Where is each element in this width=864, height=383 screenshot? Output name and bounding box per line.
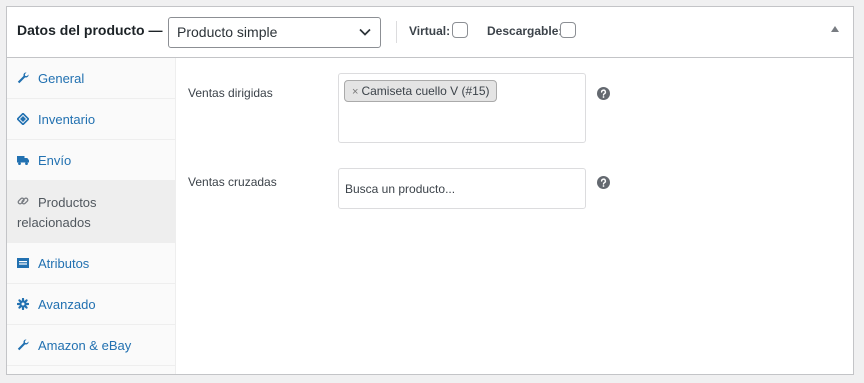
tab-attributes[interactable]: Atributos: [7, 243, 175, 284]
virtual-label: Virtual:: [409, 24, 451, 38]
panel-header: Datos del producto — Producto simple Vir…: [7, 7, 853, 58]
virtual-checkbox[interactable]: [452, 22, 468, 38]
tab-linked-products[interactable]: Productos relacionados: [7, 181, 175, 243]
upsells-label: Ventas dirigidas: [188, 86, 273, 100]
linked-products-content: Ventas dirigidas × Camiseta cuello V (#15…: [176, 58, 853, 374]
panel-title: Datos del producto —: [17, 22, 163, 38]
tab-label: Atributos: [38, 256, 90, 271]
tab-label: Avanzado: [38, 297, 96, 312]
tab-inventory[interactable]: Inventario: [7, 99, 175, 140]
header-divider: [396, 21, 397, 43]
gear-icon: [17, 298, 29, 310]
upsell-product-chip: × Camiseta cuello V (#15): [344, 80, 497, 102]
remove-chip-icon[interactable]: ×: [352, 86, 358, 98]
collapse-arrow-icon[interactable]: [831, 26, 839, 32]
tab-advanced[interactable]: Avanzado: [7, 284, 175, 325]
product-data-tabs: General Inventario Envío Productos relac…: [7, 58, 176, 374]
help-icon[interactable]: [597, 87, 610, 100]
chevron-down-icon: [359, 28, 371, 36]
tab-shipping[interactable]: Envío: [7, 140, 175, 181]
product-data-panel: Datos del producto — Producto simple Vir…: [6, 6, 854, 375]
tab-label: General: [38, 71, 85, 86]
product-type-value: Producto simple: [177, 24, 278, 40]
list-icon: [17, 258, 29, 268]
product-type-select[interactable]: Producto simple: [168, 17, 381, 48]
tab-label: Productos relacionados: [17, 195, 97, 230]
tab-label: Amazon & eBay: [38, 338, 132, 353]
truck-icon: [17, 156, 29, 165]
tab-general[interactable]: General: [7, 58, 175, 99]
tab-label: Envío: [38, 153, 72, 168]
crosssells-label: Ventas cruzadas: [188, 175, 277, 189]
tag-icon: [17, 113, 29, 125]
downloadable-checkbox[interactable]: [560, 22, 576, 38]
tab-amazon-ebay[interactable]: Amazon & eBay: [7, 325, 175, 366]
crosssells-search-input[interactable]: [338, 168, 586, 209]
downloadable-label: Descargable:: [487, 24, 563, 38]
wrench-icon: [17, 72, 29, 84]
help-icon[interactable]: [597, 176, 610, 189]
chip-label: Camiseta cuello V (#15): [361, 84, 490, 98]
upsells-select[interactable]: × Camiseta cuello V (#15): [338, 73, 586, 143]
tab-label: Inventario: [38, 112, 96, 127]
wrench-icon: [17, 339, 29, 351]
